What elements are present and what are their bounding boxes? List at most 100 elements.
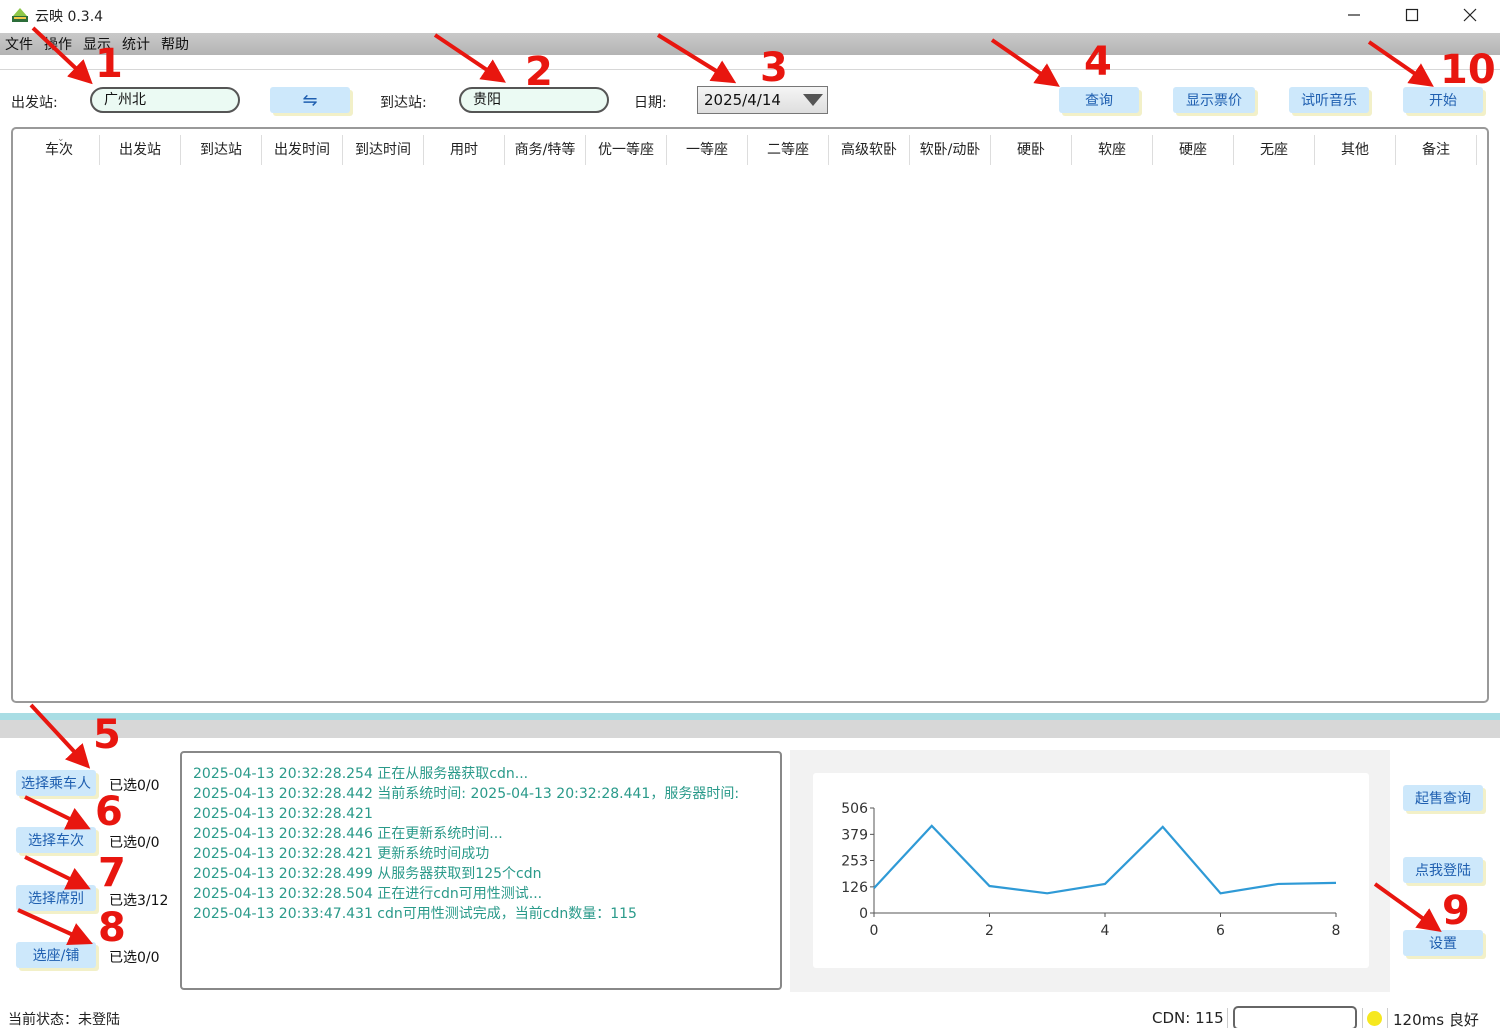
col-train-no[interactable]: ⌄ 车次 bbox=[19, 134, 100, 165]
title-bar: 云映 0.3.4 bbox=[0, 0, 1500, 30]
log-line: 2025-04-13 20:32:28.499 从服务器获取到125个cdn bbox=[193, 866, 542, 882]
log-line: 2025-04-13 20:32:28.446 正在更新系统时间... bbox=[193, 826, 503, 842]
col-premium-first[interactable]: 优一等座 bbox=[586, 135, 667, 165]
log-line: 2025-04-13 20:32:28.421 bbox=[193, 806, 373, 822]
train-count: 已选0/0 bbox=[109, 835, 160, 851]
network-status-dot-icon bbox=[1367, 1011, 1382, 1026]
train-table[interactable]: ⌄ 车次 出发站 到达站 出发时间 到达时间 用时 商务/特等 优一等座 一等座 … bbox=[11, 127, 1489, 703]
sort-caret-icon: ⌄ bbox=[57, 134, 65, 144]
y-tick-label: 506 bbox=[841, 801, 868, 817]
col-deluxe-sleeper[interactable]: 高级软卧 bbox=[829, 135, 910, 165]
app-window: 云映 0.3.4 文件 操作 显示 统计 帮助 出发站: 广州北 ⇋ 到达站: … bbox=[0, 0, 1500, 1028]
login-button[interactable]: 点我登陆 bbox=[1403, 857, 1483, 883]
col-hard-sleeper[interactable]: 硬卧 bbox=[991, 135, 1072, 165]
annotation-arrow-icon bbox=[24, 795, 91, 830]
table-header: ⌄ 车次 出发站 到达站 出发时间 到达时间 用时 商务/特等 优一等座 一等座 … bbox=[19, 134, 1477, 165]
col-soft-seat[interactable]: 软座 bbox=[1072, 135, 1153, 165]
annotation-arrow-icon bbox=[24, 855, 91, 890]
status-divider bbox=[1227, 1008, 1228, 1028]
y-tick-label: 0 bbox=[859, 906, 868, 922]
login-status: 当前状态：未登陆 bbox=[8, 1012, 120, 1028]
menu-file[interactable]: 文件 bbox=[5, 34, 33, 54]
maximize-button[interactable] bbox=[1383, 0, 1441, 30]
query-button[interactable]: 查询 bbox=[1059, 87, 1139, 113]
latency-series-line bbox=[873, 824, 1337, 895]
col-soft-sleeper[interactable]: 软卧/动卧 bbox=[910, 135, 991, 165]
dropdown-arrow-icon[interactable] bbox=[803, 94, 823, 106]
y-tick-label: 379 bbox=[841, 827, 868, 843]
menu-operate[interactable]: 操作 bbox=[44, 34, 72, 54]
col-other[interactable]: 其他 bbox=[1315, 135, 1396, 165]
col-arrive-time[interactable]: 到达时间 bbox=[343, 135, 424, 165]
annotation-arrow-icon bbox=[17, 908, 93, 945]
menu-stats[interactable]: 统计 bbox=[122, 34, 150, 54]
minimize-icon bbox=[1348, 14, 1360, 16]
latency-chart-panel: 506 379 253 126 0 0 2 4 6 8 bbox=[790, 750, 1390, 992]
select-train-button[interactable]: 选择车次 bbox=[16, 827, 96, 853]
annotation-label: 4 bbox=[1084, 39, 1112, 85]
log-line: 2025-04-13 20:32:28.254 正在从服务器获取cdn... bbox=[193, 766, 529, 782]
col-first-class[interactable]: 一等座 bbox=[667, 135, 748, 165]
log-panel[interactable]: 2025-04-13 20:32:28.254 正在从服务器获取cdn... 2… bbox=[180, 751, 782, 990]
latency-chart: 506 379 253 126 0 0 2 4 6 8 bbox=[813, 773, 1369, 968]
annotation-label: 10 bbox=[1440, 47, 1496, 93]
cdn-count: CDN: 115 bbox=[1152, 1009, 1224, 1027]
annotation-label: 1 bbox=[95, 41, 123, 87]
select-seat-class-button[interactable]: 选择席别 bbox=[16, 885, 96, 911]
col-second-class[interactable]: 二等座 bbox=[748, 135, 829, 165]
annotation-label: 7 bbox=[98, 850, 126, 896]
col-hard-seat[interactable]: 硬座 bbox=[1153, 135, 1234, 165]
from-station-label: 出发站: bbox=[11, 95, 58, 111]
log-line: 2025-04-13 20:32:28.421 更新系统时间成功 bbox=[193, 846, 490, 862]
x-tick-label: 2 bbox=[985, 923, 994, 939]
select-seat-berth-button[interactable]: 选座/铺 bbox=[16, 942, 96, 968]
close-icon bbox=[1463, 8, 1477, 22]
menu-bar: 文件 操作 显示 统计 帮助 bbox=[0, 33, 1500, 55]
preview-music-button[interactable]: 试听音乐 bbox=[1289, 87, 1369, 113]
annotation-label: 6 bbox=[95, 789, 123, 835]
presale-query-button[interactable]: 起售查询 bbox=[1403, 785, 1483, 811]
from-station-input[interactable]: 广州北 bbox=[90, 87, 240, 113]
status-divider bbox=[1362, 1008, 1363, 1028]
col-from-station[interactable]: 出发站 bbox=[100, 135, 181, 165]
annotation-label: 9 bbox=[1442, 888, 1470, 934]
annotation-label: 5 bbox=[93, 712, 121, 758]
app-logo-icon bbox=[12, 8, 28, 22]
x-tick-label: 8 bbox=[1332, 923, 1341, 939]
y-tick-label: 126 bbox=[841, 880, 868, 896]
y-tick-label: 253 bbox=[841, 854, 868, 870]
col-depart-time[interactable]: 出发时间 bbox=[262, 135, 343, 165]
x-tick-label: 0 bbox=[870, 923, 879, 939]
date-value: 2025/4/14 bbox=[704, 91, 781, 109]
status-divider bbox=[1387, 1008, 1388, 1028]
log-line: 2025-04-13 20:32:28.442 当前系统时间: 2025-04-… bbox=[193, 786, 740, 802]
cdn-progress-box bbox=[1233, 1006, 1357, 1028]
select-passenger-button[interactable]: 选择乘车人 bbox=[16, 770, 96, 796]
date-label: 日期: bbox=[634, 95, 667, 111]
swap-stations-button[interactable]: ⇋ bbox=[270, 87, 350, 113]
x-tick-label: 4 bbox=[1101, 923, 1110, 939]
panel-splitter[interactable] bbox=[0, 713, 1500, 720]
col-duration[interactable]: 用时 bbox=[424, 135, 505, 165]
latency-chart-svg: 506 379 253 126 00 2 4 6 8 bbox=[841, 801, 1341, 939]
annotation-label: 2 bbox=[525, 49, 553, 95]
window-title: 云映 0.3.4 bbox=[35, 9, 104, 25]
show-price-button[interactable]: 显示票价 bbox=[1173, 87, 1255, 113]
col-remark[interactable]: 备注 bbox=[1396, 135, 1477, 165]
x-tick-label: 6 bbox=[1216, 923, 1225, 939]
log-line: 2025-04-13 20:33:47.431 cdn可用性测试完成，当前cdn… bbox=[193, 906, 637, 922]
annotation-label: 3 bbox=[760, 45, 788, 91]
toolbar-strip bbox=[0, 58, 1500, 70]
log-line: 2025-04-13 20:32:28.504 正在进行cdn可用性测试... bbox=[193, 886, 543, 902]
splitter-bar bbox=[0, 720, 1500, 738]
col-no-seat[interactable]: 无座 bbox=[1234, 135, 1315, 165]
latency-status: 120ms 良好 bbox=[1393, 1011, 1479, 1028]
annotation-label: 8 bbox=[98, 905, 126, 951]
to-station-label: 到达站: bbox=[380, 95, 427, 111]
minimize-button[interactable] bbox=[1325, 0, 1383, 30]
col-business[interactable]: 商务/特等 bbox=[505, 135, 586, 165]
menu-help[interactable]: 帮助 bbox=[161, 34, 189, 54]
col-to-station[interactable]: 到达站 bbox=[181, 135, 262, 165]
maximize-icon bbox=[1405, 8, 1419, 22]
close-button[interactable] bbox=[1441, 0, 1499, 30]
